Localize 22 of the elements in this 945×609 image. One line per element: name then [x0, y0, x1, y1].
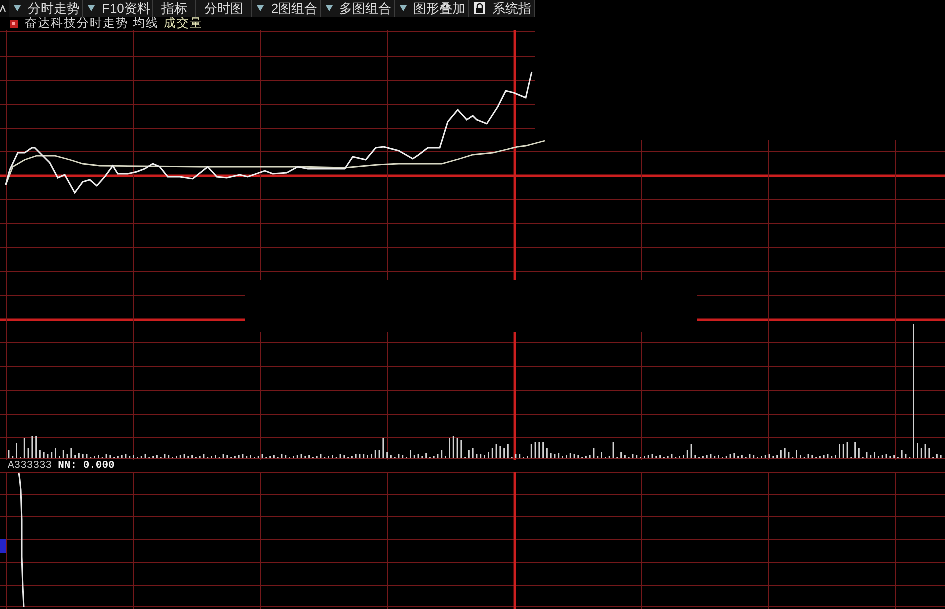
toolbar-button[interactable]: F10资料	[83, 0, 154, 17]
dropdown-icon	[88, 5, 95, 12]
marker-icon[interactable]	[10, 20, 18, 28]
indicator-name: A333333	[8, 460, 52, 472]
toolbar-button[interactable]: 指标	[153, 0, 196, 17]
indicator-reading: NN: 0.000	[58, 460, 115, 472]
toolbar-button[interactable]: 分时走势	[9, 0, 83, 17]
toolbar-button[interactable]: 2图组合	[252, 0, 321, 17]
toolbar-button[interactable]: 图形叠加	[394, 0, 469, 17]
legend-label: 成交量	[164, 17, 203, 30]
legend-label: 均线	[133, 17, 159, 30]
chart-title: 奋达科技分时走势	[25, 17, 129, 30]
lock-icon	[474, 2, 486, 15]
dropdown-icon	[326, 5, 333, 12]
dropdown-icon	[257, 5, 264, 12]
dropdown-icon	[14, 5, 21, 12]
toolbar-button[interactable]: 多图组合	[320, 0, 395, 17]
toolbar-button[interactable]: 系统指	[468, 0, 535, 17]
dropdown-icon	[400, 5, 407, 12]
caret-icon[interactable]	[0, 4, 6, 12]
toolbar-button[interactable]: 分时图	[196, 0, 252, 17]
marker-icon	[0, 539, 6, 553]
